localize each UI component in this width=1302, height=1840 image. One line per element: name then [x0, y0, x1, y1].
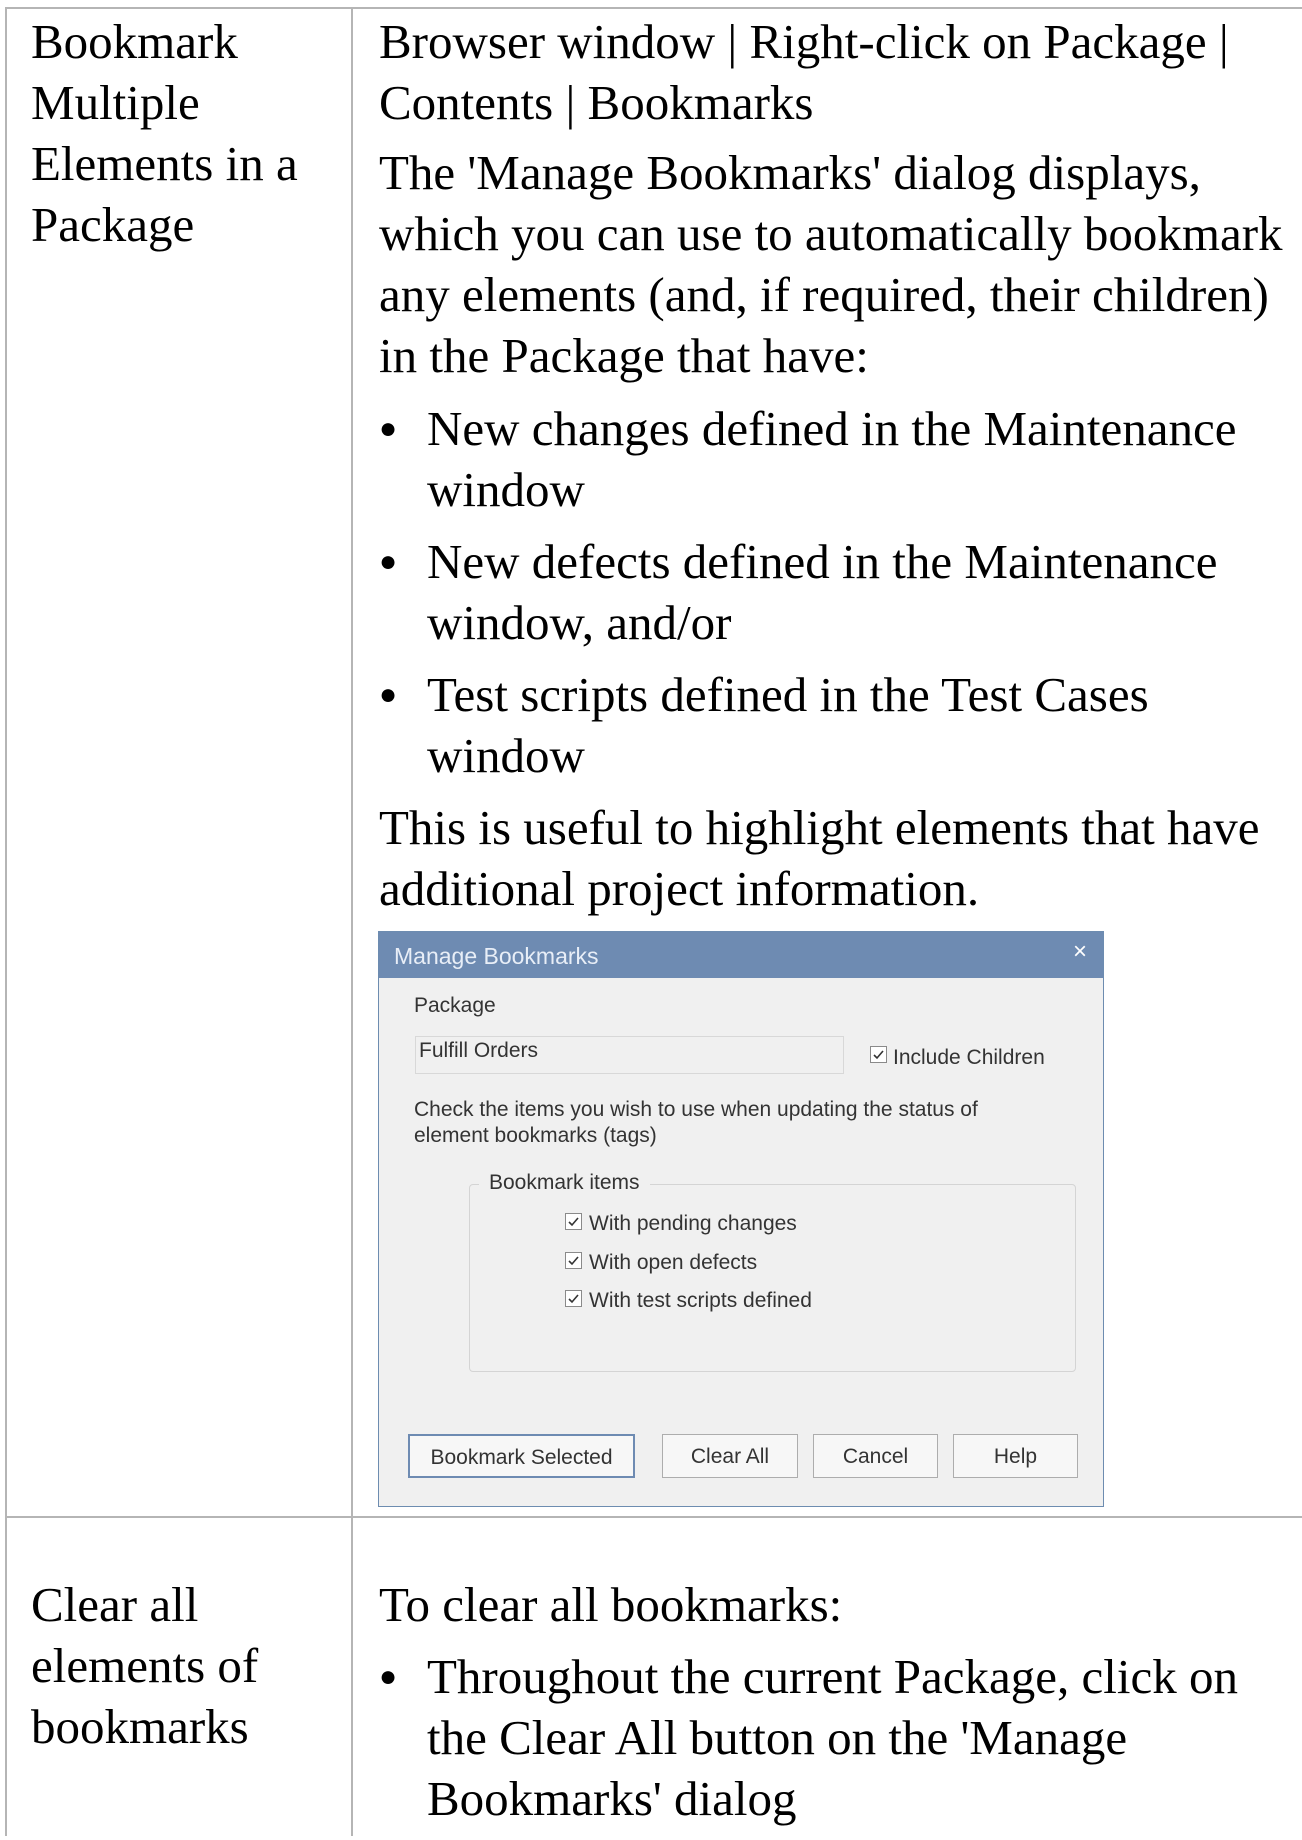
bullet-icon: ●: [379, 545, 398, 578]
bullet-icon: ●: [379, 1660, 398, 1693]
row2-intro: To clear all bookmarks:: [379, 1577, 843, 1632]
instructions-text: Check the items you wish to use when upd…: [414, 1098, 978, 1147]
list-item: ● Throughout the current Package, click o…: [379, 1646, 1284, 1829]
row1-intro: The 'Manage Bookmarks' dialog displays, …: [379, 145, 1283, 383]
check-icon: [568, 1294, 579, 1304]
clear-all-button[interactable]: Clear All: [662, 1434, 798, 1478]
list-item: ● New defects defined in the Maintenance …: [379, 531, 1284, 653]
test-scripts-checkbox[interactable]: [565, 1290, 582, 1307]
open-defects-checkbox[interactable]: [565, 1252, 582, 1269]
bullet-icon: ●: [379, 412, 398, 445]
column-divider: [351, 7, 353, 1836]
pending-changes-label[interactable]: With pending changes: [589, 1212, 797, 1236]
bookmark-selected-button[interactable]: Bookmark Selected: [408, 1434, 635, 1478]
manage-bookmarks-dialog: Manage Bookmarks × Package Fulfill Order…: [378, 931, 1104, 1507]
include-children-label[interactable]: Include Children: [893, 1046, 1045, 1070]
package-field[interactable]: Fulfill Orders: [415, 1036, 844, 1074]
test-scripts-label[interactable]: With test scripts defined: [589, 1289, 812, 1313]
check-icon: [873, 1050, 884, 1060]
close-icon[interactable]: ×: [1073, 932, 1087, 972]
row1-menu-path: Browser window | Right-click on Package …: [379, 14, 1229, 130]
bullet-icon: ●: [379, 678, 398, 711]
dialog-title-bar: Manage Bookmarks ×: [379, 932, 1103, 978]
row-divider: [5, 1516, 1302, 1518]
table-border-left: [5, 7, 7, 1836]
row2-bullet-list: ● Throughout the current Package, click o…: [379, 1646, 1284, 1840]
dialog-title: Manage Bookmarks: [394, 943, 599, 969]
check-icon: [568, 1256, 579, 1266]
table-border-top: [5, 7, 1302, 9]
pending-changes-checkbox[interactable]: [565, 1213, 582, 1230]
cancel-button[interactable]: Cancel: [813, 1434, 938, 1478]
list-item: ● Test scripts defined in the Test Cases …: [379, 664, 1284, 786]
group-title: Bookmark items: [479, 1171, 650, 1195]
row1-left-label: Bookmark Multiple Elements in a Package: [31, 14, 298, 252]
include-children-checkbox[interactable]: [870, 1046, 887, 1063]
help-button[interactable]: Help: [953, 1434, 1078, 1478]
open-defects-label[interactable]: With open defects: [589, 1251, 757, 1275]
list-item: ● New changes defined in the Maintenance …: [379, 398, 1284, 520]
row1-outro: This is useful to highlight elements tha…: [379, 800, 1260, 916]
check-icon: [568, 1217, 579, 1227]
row1-bullet-list: ● New changes defined in the Maintenance …: [379, 398, 1284, 797]
row2-left-label: Clear all elements of bookmarks: [31, 1577, 259, 1754]
package-label: Package: [414, 994, 496, 1017]
